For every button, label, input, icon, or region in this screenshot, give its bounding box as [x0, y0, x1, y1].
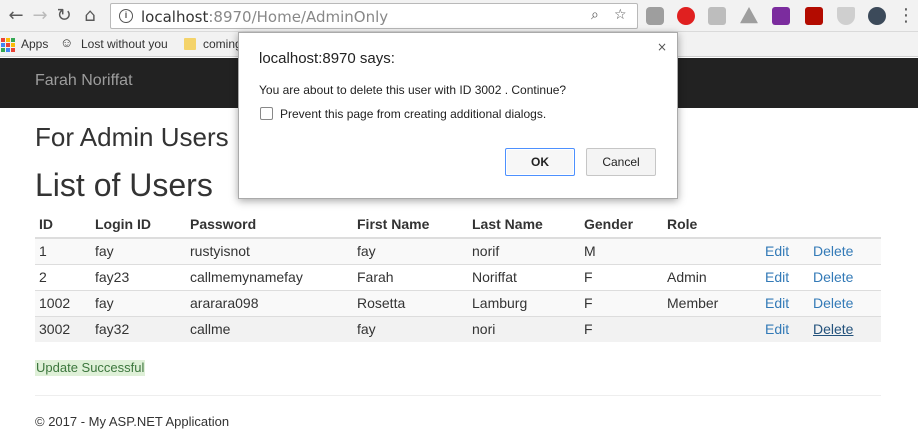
cell-password: ararara098: [186, 289, 353, 316]
cell-last-name: Noriffat: [468, 263, 580, 290]
url-host: localhost: [141, 8, 209, 26]
cell-password: rustyisnot: [186, 237, 353, 264]
table-header-row: ID Login ID Password First Name Last Nam…: [35, 211, 881, 239]
delete-link[interactable]: Delete: [813, 269, 853, 285]
column-header-last-name: Last Name: [468, 211, 580, 239]
column-header-password: Password: [186, 211, 353, 239]
bookmark-icon: ☺: [60, 35, 74, 50]
cell-id: 1002: [35, 289, 91, 316]
url-path: :8970/Home/AdminOnly: [208, 8, 389, 26]
opera-icon[interactable]: [677, 7, 695, 25]
extension-icon[interactable]: [646, 7, 664, 25]
bookmark-apps[interactable]: Apps: [21, 37, 48, 51]
edit-link[interactable]: Edit: [765, 243, 789, 259]
cancel-button[interactable]: Cancel: [586, 148, 656, 176]
divider: [35, 395, 881, 396]
column-header-first-name: First Name: [353, 211, 468, 239]
cell-gender: F: [580, 289, 663, 316]
dialog-message: You are about to delete this user with I…: [259, 83, 567, 97]
cell-password: callmemynamefay: [186, 263, 353, 290]
mail-icon[interactable]: [708, 7, 726, 25]
cell-role: Admin: [663, 263, 761, 290]
cell-last-name: Lamburg: [468, 289, 580, 316]
cell-gender: M: [580, 237, 663, 264]
cell-role: [663, 237, 761, 264]
brand-link[interactable]: Farah Noriffat: [35, 72, 133, 90]
forward-icon[interactable]: →: [30, 6, 50, 26]
prevent-dialogs-checkbox[interactable]: [260, 107, 273, 120]
reload-icon[interactable]: ↻: [54, 6, 74, 26]
bookmark-lost-without-you[interactable]: Lost without you: [81, 37, 168, 51]
folder-icon: [184, 38, 196, 50]
column-header-delete: [809, 211, 881, 239]
page-heading: For Admin Users: [35, 122, 229, 152]
menu-icon[interactable]: ⋮: [896, 6, 916, 26]
column-header-gender: Gender: [580, 211, 663, 239]
footer-text: © 2017 - My ASP.NET Application: [35, 414, 230, 429]
pdf-icon[interactable]: [805, 7, 823, 25]
cell-gender: F: [580, 315, 663, 342]
cell-id: 3002: [35, 315, 91, 342]
info-icon[interactable]: i: [119, 9, 133, 23]
onenote-icon[interactable]: [772, 7, 790, 25]
drive-icon[interactable]: [740, 7, 758, 24]
cell-last-name: nori: [468, 315, 580, 342]
home-icon[interactable]: ⌂: [80, 6, 100, 26]
table-row: 3002 fay32 callme fay nori F Edit Delete: [35, 315, 881, 342]
prevent-dialogs-label[interactable]: Prevent this page from creating addition…: [280, 107, 546, 121]
cell-first-name: Farah: [353, 263, 468, 290]
cell-id: 1: [35, 237, 91, 264]
cell-login: fay32: [91, 315, 186, 342]
column-header-role: Role: [663, 211, 761, 239]
delete-link[interactable]: Delete: [813, 295, 853, 311]
cell-first-name: Rosetta: [353, 289, 468, 316]
cell-login: fay: [91, 237, 186, 264]
zoom-icon[interactable]: ⌕: [591, 7, 599, 23]
status-message: Update Successful: [35, 360, 146, 376]
column-header-id: ID: [35, 211, 91, 239]
bookmark-coming[interactable]: coming: [203, 37, 242, 51]
table-row: 1002 fay ararara098 Rosetta Lamburg F Me…: [35, 289, 881, 316]
cell-login: fay23: [91, 263, 186, 290]
back-icon[interactable]: ←: [6, 6, 26, 26]
ok-button[interactable]: OK: [505, 148, 575, 176]
dialog-title: localhost:8970 says:: [259, 50, 395, 67]
delete-link[interactable]: Delete: [813, 321, 853, 337]
cell-id: 2: [35, 263, 91, 290]
table-row: 2 fay23 callmemynamefay Farah Noriffat F…: [35, 263, 881, 290]
cell-first-name: fay: [353, 237, 468, 264]
column-header-edit: [761, 211, 809, 239]
column-header-login-id: Login ID: [91, 211, 186, 239]
close-icon[interactable]: ×: [657, 40, 667, 54]
cell-login: fay: [91, 289, 186, 316]
edit-link[interactable]: Edit: [765, 321, 789, 337]
cell-last-name: norif: [468, 237, 580, 264]
edit-link[interactable]: Edit: [765, 295, 789, 311]
browser-toolbar: ← → ↻ ⌂ i localhost:8970/Home/AdminOnly …: [0, 0, 918, 32]
confirm-dialog: localhost:8970 says: × You are about to …: [238, 32, 678, 199]
cell-role: [663, 315, 761, 342]
users-table: ID Login ID Password First Name Last Nam…: [35, 211, 881, 342]
cell-gender: F: [580, 263, 663, 290]
cell-password: callme: [186, 315, 353, 342]
apps-icon[interactable]: [1, 38, 15, 52]
address-bar[interactable]: i localhost:8970/Home/AdminOnly ⌕ ☆: [110, 3, 638, 29]
star-icon[interactable]: ☆: [614, 7, 627, 23]
page-title: List of Users: [35, 167, 213, 203]
cell-role: Member: [663, 289, 761, 316]
delete-link[interactable]: Delete: [813, 243, 853, 259]
table-row: 1 fay rustyisnot fay norif M Edit Delete: [35, 237, 881, 264]
edit-link[interactable]: Edit: [765, 269, 789, 285]
cell-first-name: fay: [353, 315, 468, 342]
shield-icon[interactable]: [837, 7, 855, 25]
eye-icon[interactable]: [868, 7, 886, 25]
